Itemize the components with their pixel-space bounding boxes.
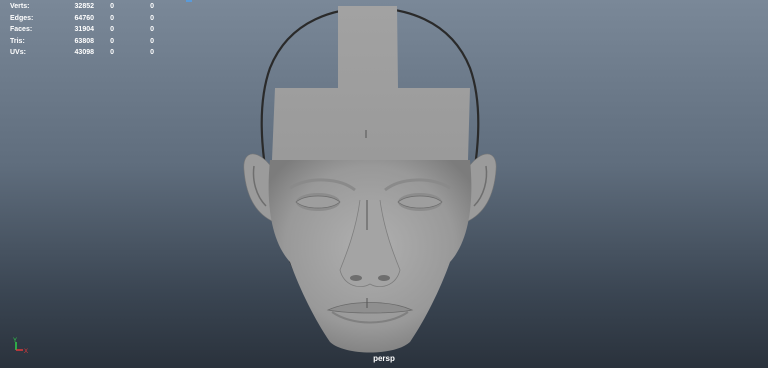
view-axis-indicator: Y X [10, 336, 30, 356]
head-mesh-model[interactable] [0, 0, 768, 368]
camera-label: persp [373, 354, 395, 363]
y-axis-label: Y [13, 338, 17, 344]
maya-viewport[interactable]: Verts: 32852 0 0 Edges: 64760 0 0 Faces:… [0, 0, 768, 368]
